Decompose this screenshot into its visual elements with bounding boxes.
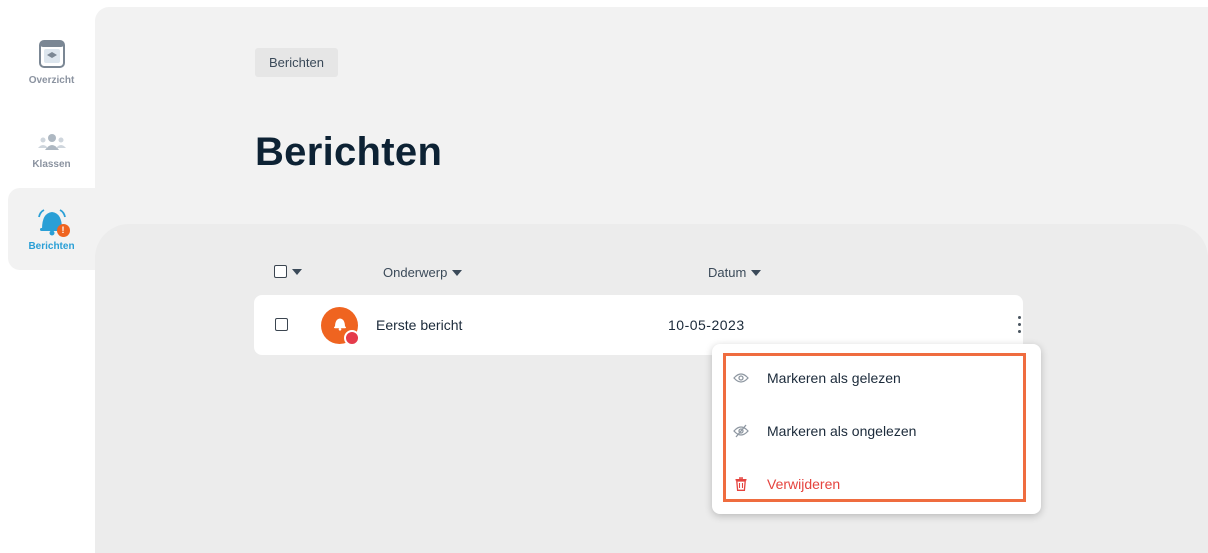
sidebar-item-messages[interactable]: ! Berichten [8, 188, 95, 270]
select-all-checkbox[interactable] [274, 265, 287, 278]
main-content: Berichten Berichten Onderwerp Datum Eers… [95, 7, 1208, 553]
sidebar-item-classes[interactable]: Klassen [8, 132, 95, 170]
message-subject[interactable]: Eerste bericht [376, 317, 462, 333]
column-header-subject[interactable]: Onderwerp [383, 265, 463, 280]
eye-icon [732, 369, 750, 387]
menu-item-mark-unread[interactable]: Markeren als ongelezen [732, 422, 916, 440]
menu-item-label: Markeren als ongelezen [767, 423, 917, 439]
menu-item-delete[interactable]: Verwijderen [732, 475, 840, 493]
avatar [321, 307, 360, 346]
sidebar-item-overview[interactable]: Overzicht [8, 40, 95, 86]
chevron-down-icon[interactable] [292, 268, 302, 275]
trash-icon [732, 475, 750, 493]
classes-icon [37, 132, 66, 155]
sidebar: Overzicht Klassen ! Berichten [0, 0, 95, 553]
sort-caret-icon [452, 269, 463, 276]
eye-off-icon [732, 422, 750, 440]
more-options-icon[interactable] [1012, 309, 1026, 339]
select-all-control[interactable] [274, 265, 302, 278]
overview-icon [38, 40, 65, 71]
row-context-menu: Markeren als gelezen Markeren als ongele… [712, 344, 1041, 514]
unread-indicator [344, 330, 360, 346]
message-date: 10-05-2023 [668, 317, 745, 333]
column-header-date[interactable]: Datum [708, 265, 762, 280]
column-header-label: Datum [708, 265, 747, 280]
page-title: Berichten [255, 130, 443, 174]
menu-item-label: Markeren als gelezen [767, 370, 901, 386]
notification-badge: ! [56, 223, 70, 237]
sidebar-item-label: Klassen [32, 159, 71, 170]
column-header-label: Onderwerp [383, 265, 448, 280]
menu-item-label: Verwijderen [767, 476, 841, 492]
sidebar-item-label: Berichten [28, 240, 75, 252]
sort-caret-icon [751, 269, 762, 276]
breadcrumb[interactable]: Berichten [255, 48, 338, 77]
row-checkbox[interactable] [275, 318, 288, 331]
bell-icon: ! [37, 207, 70, 237]
messages-panel [95, 224, 1208, 553]
menu-item-mark-read[interactable]: Markeren als gelezen [732, 369, 901, 387]
sidebar-item-label: Overzicht [28, 75, 75, 86]
